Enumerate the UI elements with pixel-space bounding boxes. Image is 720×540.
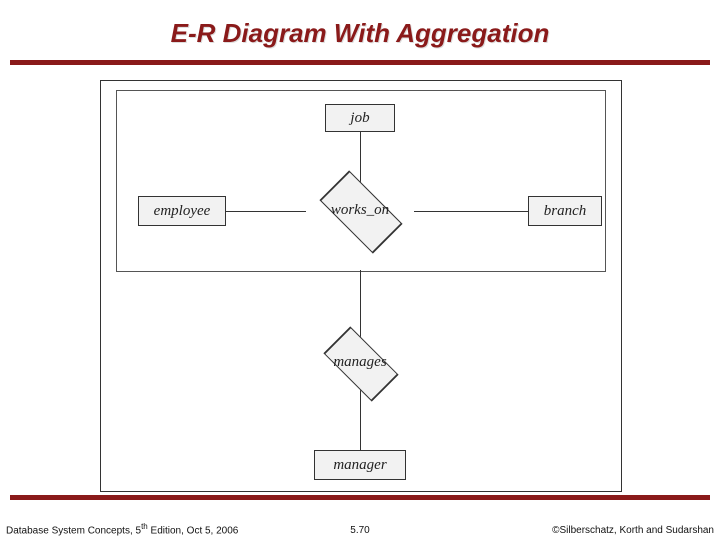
slide-title: E-R Diagram With Aggregation (0, 18, 720, 49)
relationship-works-on-label: works_on (300, 202, 420, 219)
edge-job-works (360, 132, 361, 186)
relationship-works-on: works_on (300, 182, 420, 240)
entity-job: job (325, 104, 395, 132)
entity-manager: manager (314, 450, 406, 480)
edge-works-branch (414, 211, 528, 212)
edge-aggregation-manages (360, 270, 361, 340)
entity-branch: branch (528, 196, 602, 226)
relationship-manages: manages (304, 336, 416, 390)
rule-top (10, 60, 710, 65)
edge-employee-works (226, 211, 306, 212)
relationship-manages-label: manages (304, 354, 416, 371)
rule-bottom (10, 495, 710, 500)
footer-right: ©Silberschatz, Korth and Sudarshan (552, 525, 714, 536)
edge-manages-manager (360, 388, 361, 450)
slide: E-R Diagram With Aggregation job employe… (0, 0, 720, 540)
entity-employee: employee (138, 196, 226, 226)
